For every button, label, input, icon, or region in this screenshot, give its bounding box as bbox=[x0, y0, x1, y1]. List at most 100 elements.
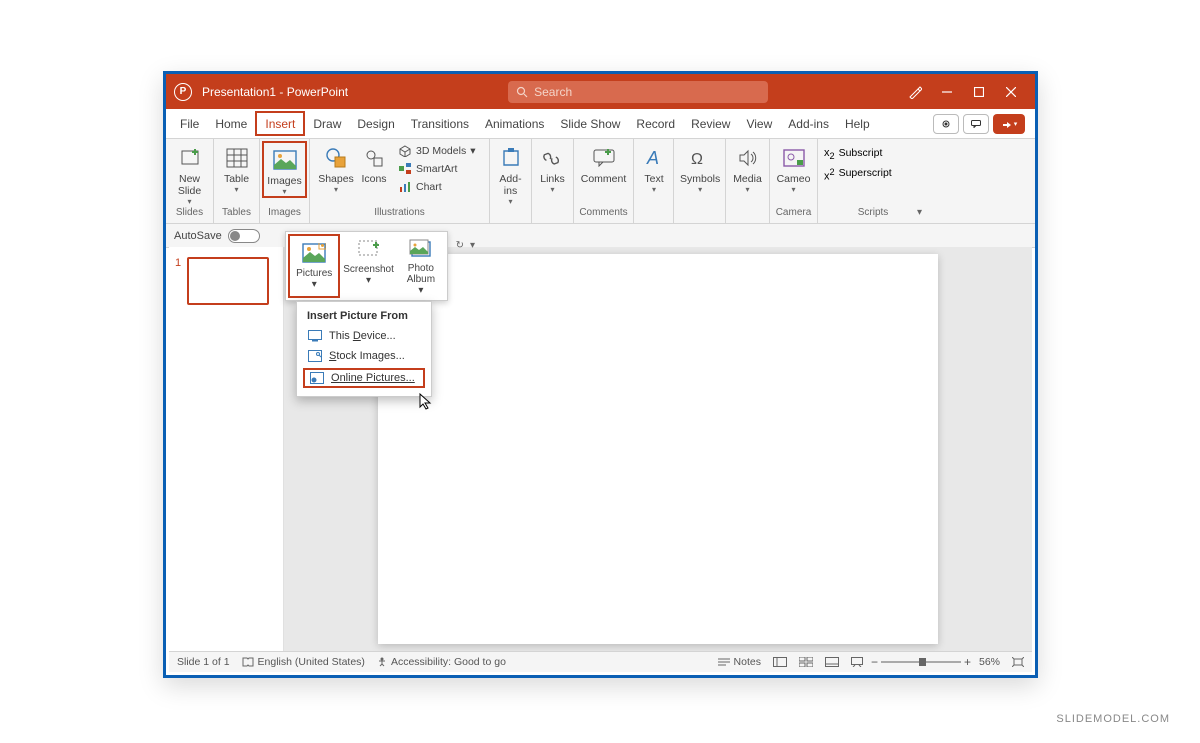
language-indicator[interactable]: English (United States) bbox=[242, 656, 365, 668]
screenshot-button[interactable]: Screenshot▾ bbox=[342, 232, 394, 300]
pictures-icon bbox=[300, 240, 328, 266]
status-bar: Slide 1 of 1 English (United States) Acc… bbox=[169, 651, 1032, 672]
comment-button[interactable]: Comment bbox=[580, 143, 627, 185]
autosave-toggle[interactable] bbox=[228, 229, 260, 243]
speaker-icon bbox=[734, 145, 762, 171]
tab-transitions[interactable]: Transitions bbox=[403, 109, 477, 138]
cube-icon bbox=[398, 144, 412, 158]
media-button[interactable]: Media▾ bbox=[732, 143, 763, 194]
tab-insert[interactable]: Insert bbox=[255, 111, 305, 136]
search-box[interactable]: Search bbox=[508, 81, 768, 103]
symbols-button[interactable]: ΩSymbols▾ bbox=[680, 143, 720, 194]
qat-overflow[interactable]: ↻▾ bbox=[456, 240, 475, 251]
autosave-label: AutoSave bbox=[174, 230, 222, 242]
stock-images-icon bbox=[307, 349, 323, 363]
pictures-button[interactable]: Pictures▾ bbox=[288, 234, 340, 298]
slide-canvas[interactable] bbox=[378, 254, 938, 644]
notes-button[interactable]: Notes bbox=[718, 656, 761, 668]
icons-button[interactable]: Icons bbox=[356, 143, 392, 185]
tab-animations[interactable]: Animations bbox=[477, 109, 552, 138]
slide-number: 1 bbox=[175, 257, 187, 305]
superscript-button[interactable]: x2Superscript bbox=[824, 167, 892, 183]
slide-sorter-view-button[interactable] bbox=[799, 657, 813, 667]
device-icon bbox=[307, 329, 323, 343]
ribbon: New Slide▾ Slides Table▾ Tables Images▾ bbox=[166, 139, 1035, 224]
chevron-down-icon[interactable]: ▾ bbox=[917, 207, 922, 218]
photo-album-button[interactable]: Photo Album▾ bbox=[395, 232, 447, 300]
share-button[interactable]: ▾ bbox=[993, 114, 1025, 134]
group-scripts-label: Scripts▾ bbox=[818, 207, 928, 223]
link-icon bbox=[539, 145, 567, 171]
screenshot-icon bbox=[355, 236, 383, 262]
zoom-in-button[interactable]: + bbox=[964, 655, 971, 669]
tab-view[interactable]: View bbox=[738, 109, 780, 138]
shapes-button[interactable]: Shapes▾ bbox=[316, 143, 356, 194]
thumbnail-preview bbox=[187, 257, 269, 305]
fit-window-button[interactable] bbox=[1012, 657, 1024, 667]
svg-text:Ω: Ω bbox=[691, 151, 703, 167]
app-window: P Presentation1 - PowerPoint Search File… bbox=[163, 71, 1038, 678]
close-button[interactable] bbox=[995, 80, 1027, 104]
subscript-button[interactable]: x2Subscript bbox=[824, 147, 882, 161]
slide-thumbnail[interactable]: 1 bbox=[175, 257, 277, 305]
normal-view-button[interactable] bbox=[773, 657, 787, 667]
comments-toggle-button[interactable] bbox=[963, 114, 989, 134]
table-button[interactable]: Table▾ bbox=[220, 143, 253, 194]
slide-counter[interactable]: Slide 1 of 1 bbox=[177, 656, 230, 668]
minimize-button[interactable] bbox=[931, 80, 963, 104]
tab-home[interactable]: Home bbox=[207, 109, 255, 138]
3d-models-button[interactable]: 3D Models ▾ bbox=[396, 143, 477, 159]
accessibility-indicator[interactable]: Accessibility: Good to go bbox=[377, 656, 506, 668]
addins-button[interactable]: Add- ins▾ bbox=[496, 143, 525, 206]
reading-view-button[interactable] bbox=[825, 657, 839, 667]
tab-help[interactable]: Help bbox=[837, 109, 878, 138]
zoom-out-button[interactable]: − bbox=[871, 655, 878, 669]
tab-slideshow[interactable]: Slide Show bbox=[552, 109, 628, 138]
group-slides-label: Slides bbox=[166, 207, 213, 223]
tab-file[interactable]: File bbox=[172, 109, 207, 138]
icons-icon bbox=[360, 145, 388, 171]
stock-images-option[interactable]: Stock Images... bbox=[297, 346, 431, 366]
text-button[interactable]: AText▾ bbox=[640, 143, 668, 194]
thumbnail-pane[interactable]: 1 bbox=[169, 247, 284, 651]
notes-icon bbox=[718, 658, 730, 666]
search-icon bbox=[516, 86, 528, 98]
images-button[interactable]: Images▾ bbox=[262, 141, 307, 198]
tab-design[interactable]: Design bbox=[349, 109, 402, 138]
addins-icon bbox=[497, 145, 525, 171]
tab-draw[interactable]: Draw bbox=[305, 109, 349, 138]
subscript-icon: x2 bbox=[824, 147, 835, 161]
chart-button[interactable]: Chart bbox=[396, 179, 477, 195]
zoom-level[interactable]: 56% bbox=[979, 656, 1000, 668]
text-icon: A bbox=[640, 145, 668, 171]
ribbon-tabs: File Home Insert Draw Design Transitions… bbox=[166, 109, 1035, 139]
links-button[interactable]: Links▾ bbox=[538, 143, 567, 194]
chart-icon bbox=[398, 180, 412, 194]
watermark: SLIDEMODEL.COM bbox=[1056, 713, 1170, 725]
cameo-button[interactable]: Cameo▾ bbox=[776, 143, 811, 194]
tab-review[interactable]: Review bbox=[683, 109, 738, 138]
book-icon bbox=[242, 657, 254, 667]
new-slide-button[interactable]: New Slide▾ bbox=[172, 143, 207, 206]
group-camera-label: Camera bbox=[770, 207, 817, 223]
shapes-icon bbox=[322, 145, 350, 171]
images-icon bbox=[271, 147, 299, 173]
group-comments-label: Comments bbox=[574, 207, 633, 223]
pen-icon[interactable] bbox=[899, 80, 931, 104]
titlebar: P Presentation1 - PowerPoint Search bbox=[166, 74, 1035, 109]
new-slide-icon bbox=[176, 145, 204, 171]
superscript-icon: x2 bbox=[824, 167, 835, 183]
online-pictures-option[interactable]: Online Pictures... bbox=[303, 368, 425, 388]
photo-album-icon bbox=[407, 236, 435, 261]
zoom-slider[interactable]: −+ bbox=[881, 661, 961, 663]
this-device-option[interactable]: This Device... bbox=[297, 326, 431, 346]
group-images-label: Images bbox=[260, 207, 309, 223]
record-indicator-button[interactable] bbox=[933, 114, 959, 134]
mouse-cursor-icon bbox=[419, 393, 433, 411]
menu-header: Insert Picture From bbox=[297, 308, 431, 326]
maximize-button[interactable] bbox=[963, 80, 995, 104]
tab-addins[interactable]: Add-ins bbox=[780, 109, 837, 138]
smartart-button[interactable]: SmartArt bbox=[396, 161, 477, 177]
slideshow-view-button[interactable] bbox=[851, 657, 863, 667]
tab-record[interactable]: Record bbox=[628, 109, 683, 138]
